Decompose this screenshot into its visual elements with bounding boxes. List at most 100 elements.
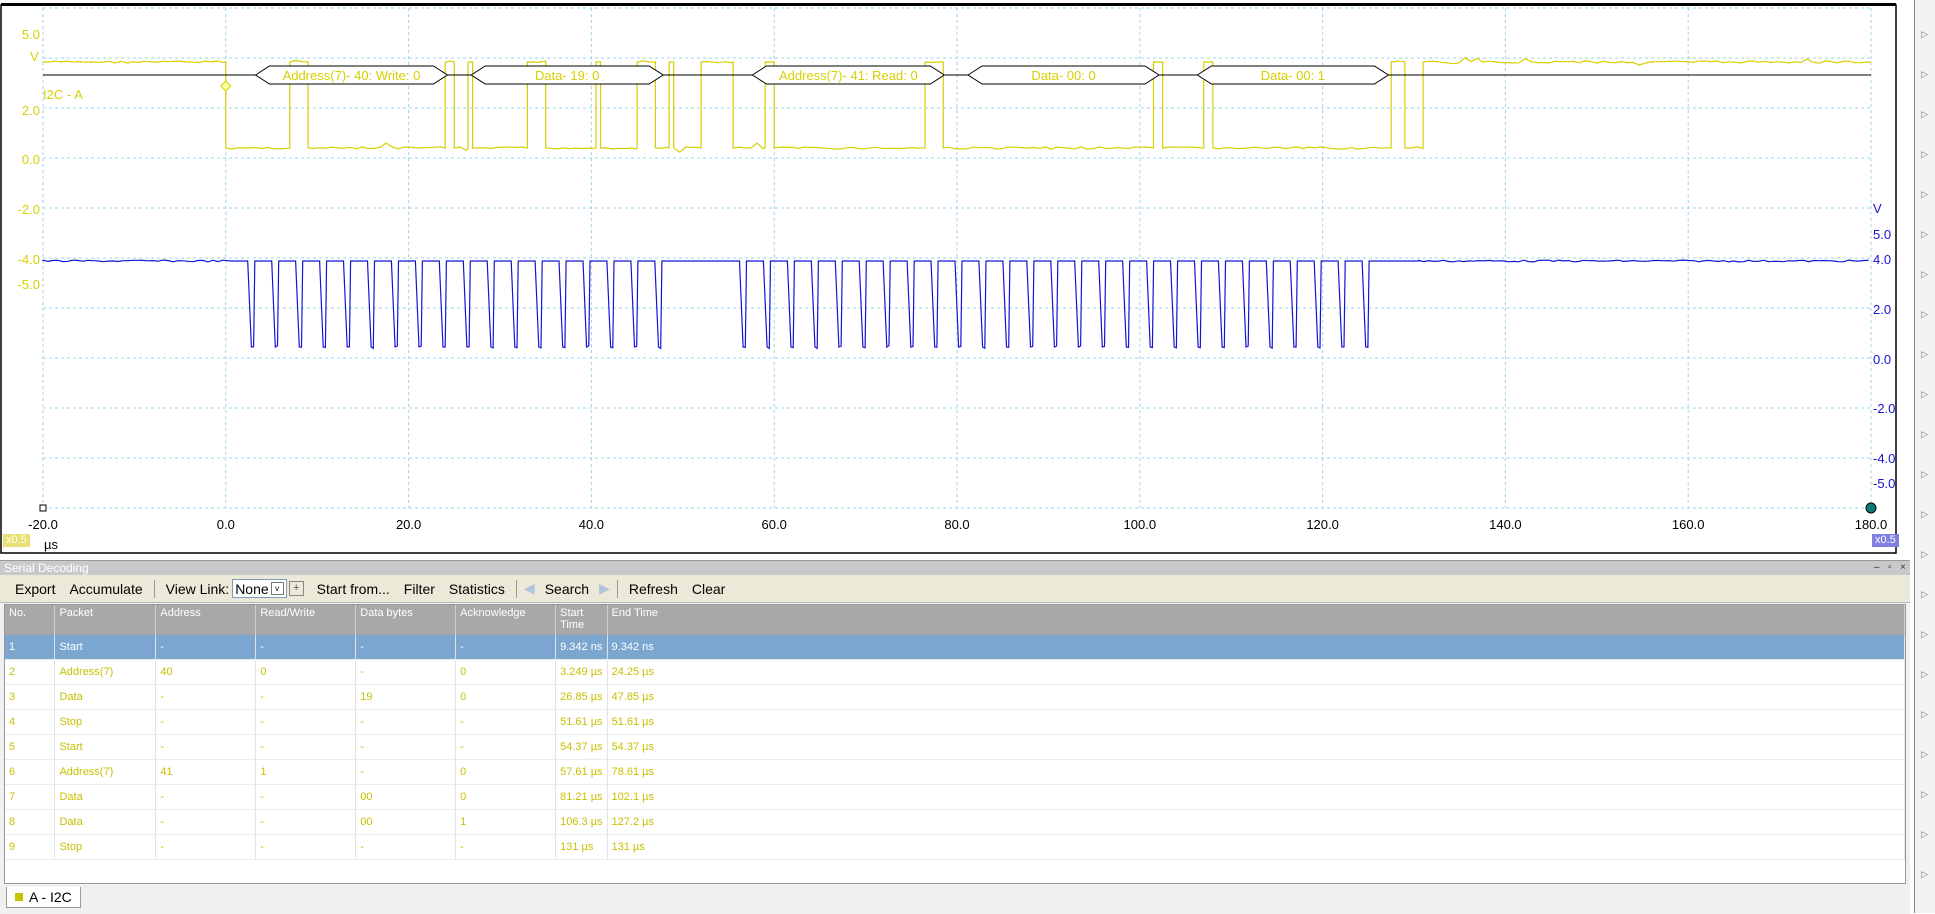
right-scrollbar-strip: ▷ ▷ ▷ ▷ ▷ ▷ ▷ ▷ ▷ ▷ ▷ ▷ ▷ ▷ ▷ ▷ ▷ ▷ ▷ ▷ …	[1914, 0, 1935, 913]
table-cell: 51.61 µs	[607, 709, 1906, 735]
column-header[interactable]: Acknowledge	[455, 605, 557, 635]
table-cell: -	[355, 834, 457, 860]
table-cell: -	[255, 635, 357, 660]
arrow-icon: ▷	[1921, 430, 1928, 440]
view-link-select[interactable]: None v	[232, 579, 287, 598]
close-icon[interactable]: ×	[1900, 561, 1906, 575]
search-previous-icon[interactable]: ◀	[521, 580, 538, 597]
arrow-icon: ▷	[1921, 30, 1928, 40]
column-header[interactable]: Read/Write	[255, 605, 357, 635]
accumulate-button[interactable]: Accumulate	[62, 581, 149, 597]
table-cell: 9	[5, 834, 56, 860]
time-tick-label: 40.0	[579, 517, 604, 532]
arrow-icon: ▷	[1921, 590, 1928, 600]
arrow-icon: ▷	[1921, 510, 1928, 520]
scope-view[interactable]: -20.0 0.0 20.0 40.0 60.0 80.0 100.0 120.0 140.0 1…	[0, 0, 1900, 556]
channel-b-unit-label: V	[1873, 201, 1882, 216]
table-cell: Data	[54, 784, 157, 810]
tab-a-i2c[interactable]: A - I2C	[6, 887, 81, 908]
channel-a-axis-tick: 0.0	[22, 152, 40, 167]
table-cell: 26.85 µs	[555, 684, 608, 710]
table-cell: 00	[355, 784, 457, 810]
table-cell: 9.342 ns	[555, 635, 608, 660]
time-tick-label: 20.0	[396, 517, 421, 532]
table-row[interactable]: 3 Data - -19 0 26.85 µs 47.85 µs	[5, 684, 1906, 710]
table-row[interactable]: 6 Address(7) 41 1-0 57.61 µs 78.61 µs	[5, 759, 1906, 785]
export-button[interactable]: Export	[8, 581, 62, 597]
clear-button[interactable]: Clear	[685, 581, 732, 597]
table-cell: 2	[5, 659, 56, 685]
table-cell: 51.61 µs	[555, 709, 608, 735]
table-cell: 127.2 µs	[607, 809, 1906, 835]
arrow-icon: ▷	[1921, 830, 1928, 840]
column-header[interactable]: Data bytes	[355, 605, 457, 635]
channel-color-swatch	[15, 893, 23, 901]
table-cell: Address(7)	[54, 759, 157, 785]
table-row[interactable]: 4 Stop - - - -51.61 µs 51.61 µs	[5, 709, 1906, 735]
table-cell: Stop	[54, 709, 157, 735]
channel-b-axis-tick: 0.0	[1873, 352, 1891, 367]
table-cell: 0	[455, 684, 557, 710]
table-cell: 3.249 µs	[555, 659, 608, 685]
restore-icon[interactable]: ▫	[1888, 561, 1892, 575]
minimize-icon[interactable]: –	[1874, 561, 1880, 575]
table-cell: Data	[54, 809, 157, 835]
table-cell: -	[155, 834, 257, 860]
table-cell: 41	[155, 759, 257, 785]
channel-b-axis-tick: -4.0	[1873, 451, 1895, 466]
filter-button[interactable]: Filter	[397, 581, 442, 597]
table-cell: 7	[5, 784, 56, 810]
table-cell: 6	[5, 759, 56, 785]
time-tick-label: 80.0	[944, 517, 969, 532]
table-cell: -	[155, 709, 257, 735]
arrow-icon: ▷	[1921, 230, 1928, 240]
trigger-marker-icon	[220, 80, 232, 92]
table-row[interactable]: 2 Address(7) 40 0-0 3.249 µs 24.25 µs	[5, 659, 1906, 685]
add-link-button[interactable]: +	[288, 581, 304, 596]
time-tick-label: 100.0	[1124, 517, 1157, 532]
time-tick-label: -20.0	[28, 517, 58, 532]
table-row[interactable]: 9 Stop - - - -131 µs 131 µs	[5, 834, 1906, 860]
decoding-table-container[interactable]: No. Packet Address Read/Write Data bytes Ackn…	[4, 604, 1906, 884]
tab-label: A - I2C	[29, 889, 72, 905]
table-cell: Stop	[54, 834, 157, 860]
statistics-button[interactable]: Statistics	[442, 581, 512, 597]
refresh-button[interactable]: Refresh	[622, 581, 685, 597]
arrow-icon: ▷	[1921, 270, 1928, 280]
start-from-button[interactable]: Start from...	[310, 581, 397, 597]
column-header[interactable]: End Time	[607, 605, 1906, 635]
table-cell: -	[155, 734, 257, 760]
decode-packet-label: Address(7)- 41: Read: 0	[779, 68, 918, 83]
arrow-icon: ▷	[1921, 470, 1928, 480]
table-cell: -	[255, 834, 357, 860]
table-cell: 78.61 µs	[607, 759, 1906, 785]
table-cell: Address(7)	[54, 659, 157, 685]
arrow-icon: ▷	[1921, 750, 1928, 760]
table-cell: 0	[455, 759, 557, 785]
column-header[interactable]: Address	[155, 605, 257, 635]
table-cell: 8	[5, 809, 56, 835]
table-cell: 40	[155, 659, 257, 685]
time-unit-label: µs	[44, 537, 58, 552]
column-header[interactable]: Packet	[54, 605, 157, 635]
table-cell: -	[155, 635, 257, 660]
arrow-icon: ▷	[1921, 350, 1928, 360]
search-button[interactable]: Search	[538, 581, 596, 597]
search-next-icon[interactable]: ▶	[596, 580, 613, 597]
table-row[interactable]: 7 Data - -00 0 81.21 µs 102.1 µs	[5, 784, 1906, 810]
column-header[interactable]: No.	[5, 605, 56, 635]
toolbar-divider	[153, 579, 155, 598]
channel-b-axis-tick: -2.0	[1873, 401, 1895, 416]
table-row[interactable]: 5 Start - - - -54.37 µs 54.37 µs	[5, 734, 1906, 760]
decoding-table: No. Packet Address Read/Write Data bytes Ackn…	[5, 605, 1906, 860]
table-cell: -	[355, 759, 457, 785]
arrow-icon: ▷	[1921, 390, 1928, 400]
oscilloscope-display[interactable]: -20.0 0.0 20.0 40.0 60.0 80.0 100.0 120.0 140.0 1…	[0, 0, 1900, 556]
table-cell: -	[455, 635, 557, 660]
table-cell: -	[255, 734, 357, 760]
decode-packet-label: Data- 00: 0	[1031, 68, 1095, 83]
table-row[interactable]: 1 Start - - - -9.342 ns 9.342 ns	[5, 635, 1906, 660]
column-header[interactable]: Start Time	[555, 605, 608, 635]
table-row[interactable]: 8 Data - -00 1 106.3 µs 127.2 µs	[5, 809, 1906, 835]
table-cell: -	[355, 659, 457, 685]
